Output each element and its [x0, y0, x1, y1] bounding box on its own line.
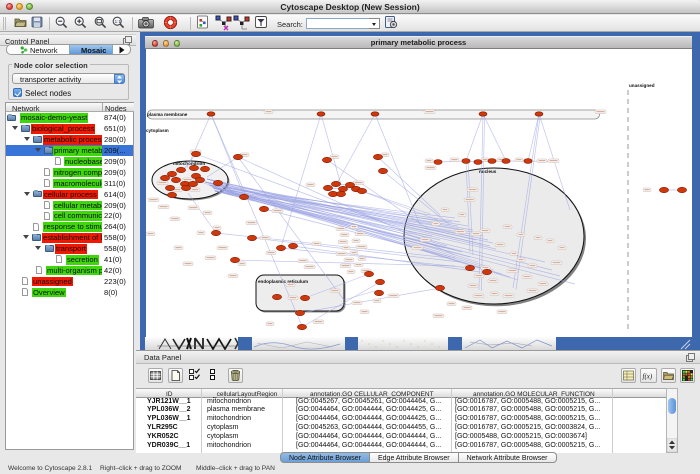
- svg-text:cytoplasm: cytoplasm: [146, 128, 169, 133]
- svg-text:plasma membrane: plasma membrane: [147, 112, 188, 117]
- svg-text:f(x): f(x): [643, 372, 653, 380]
- svg-text:unassigned: unassigned: [629, 83, 655, 88]
